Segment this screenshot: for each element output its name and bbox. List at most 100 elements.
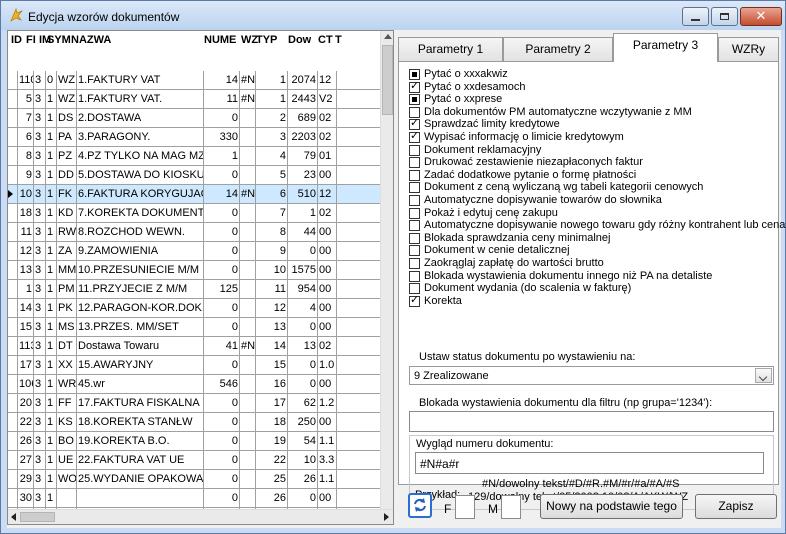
table-cell[interactable]: 1: [46, 413, 57, 431]
option-checkbox[interactable]: Drukować zestawienie niezapłaconych fakt…: [409, 156, 785, 169]
table-cell[interactable]: 1.2: [318, 394, 337, 412]
table-cell[interactable]: 1: [46, 204, 57, 222]
table-cell[interactable]: 1: [256, 90, 288, 108]
table-cell[interactable]: DS: [57, 109, 77, 127]
checkbox-checked-icon[interactable]: [409, 294, 420, 307]
table-row[interactable]: 12 3 1 ZA 9.ZAMOWIENIA 0 9 0 00: [8, 242, 380, 261]
maximize-button[interactable]: [711, 7, 738, 26]
table-cell[interactable]: 22: [256, 451, 288, 469]
table-cell[interactable]: [240, 318, 256, 336]
table-cell[interactable]: 54: [288, 432, 318, 450]
table-row[interactable]: 11030WZ1.FAKTURY VAT14#N1207412: [8, 71, 380, 90]
table-cell[interactable]: 106: [18, 375, 34, 393]
option-checkbox[interactable]: Dokument w cenie detalicznej: [409, 244, 785, 257]
table-cell[interactable]: 3: [34, 394, 46, 412]
table-cell[interactable]: 11: [256, 280, 288, 298]
table-cell[interactable]: 00: [318, 223, 337, 241]
table-cell[interactable]: DD: [57, 166, 77, 184]
table-cell[interactable]: 20: [18, 394, 34, 412]
option-checkbox[interactable]: Dokument z ceną wyliczaną wg tabeli kate…: [409, 181, 785, 194]
table-cell[interactable]: 0: [204, 318, 240, 336]
table-cell[interactable]: 4: [288, 299, 318, 317]
option-checkbox[interactable]: Dokument reklamacyjny: [409, 144, 785, 157]
table-cell[interactable]: BO: [57, 432, 77, 450]
column-header[interactable]: SYM: [47, 34, 71, 46]
table-cell[interactable]: KD: [57, 204, 77, 222]
table-cell[interactable]: 1: [46, 451, 57, 469]
table-cell[interactable]: 0: [204, 261, 240, 279]
table-cell[interactable]: 3: [34, 185, 46, 203]
table-row[interactable]: 22 3 1 KS 18.KOREKTA STANŁW 0 18 250 00: [8, 413, 380, 432]
table-cell[interactable]: 13: [288, 337, 318, 355]
table-cell[interactable]: 3: [34, 470, 46, 488]
table-cell[interactable]: 3: [34, 356, 46, 374]
table-cell[interactable]: 26: [256, 489, 288, 507]
table-cell[interactable]: [240, 261, 256, 279]
table-cell[interactable]: 3: [34, 413, 46, 431]
table-cell[interactable]: 02: [318, 204, 337, 222]
table-cell[interactable]: PZ: [57, 147, 77, 165]
table-cell[interactable]: 1: [46, 147, 57, 165]
table-cell[interactable]: #N: [240, 71, 256, 89]
table-cell[interactable]: 12: [256, 299, 288, 317]
option-checkbox[interactable]: Sprawdzać limity kredytowe: [409, 117, 785, 131]
table-cell[interactable]: [240, 280, 256, 298]
vertical-scroll-thumb[interactable]: [382, 45, 393, 115]
checkbox-icon[interactable]: [409, 169, 420, 181]
table-cell[interactable]: [240, 147, 256, 165]
table-cell[interactable]: 00: [318, 242, 337, 260]
table-cell[interactable]: 3: [34, 432, 46, 450]
table-cell[interactable]: 14: [256, 337, 288, 355]
option-checkbox[interactable]: Blokada sprawdzania ceny minimalnej: [409, 232, 785, 245]
table-cell[interactable]: 1: [46, 356, 57, 374]
table-cell[interactable]: 546: [204, 375, 240, 393]
scroll-up-icon[interactable]: [384, 34, 392, 39]
table-cell[interactable]: [240, 128, 256, 146]
column-header[interactable]: NAZWA: [71, 34, 111, 46]
option-checkbox[interactable]: Automatyczne dopisywanie nowego towaru g…: [409, 219, 785, 232]
table-cell[interactable]: 3.3: [318, 451, 337, 469]
save-button[interactable]: Zapisz: [695, 494, 777, 519]
tab-wzry[interactable]: WZRy: [718, 37, 779, 61]
table-cell[interactable]: 3: [34, 90, 46, 108]
table-cell[interactable]: [240, 375, 256, 393]
table-cell[interactable]: 18.KOREKTA STANŁW: [77, 413, 204, 431]
table-cell[interactable]: 14: [204, 71, 240, 89]
table-row[interactable]: 13 3 1 MM 10.PRZESUNIECIE M/M 0 10 1575 00: [8, 261, 380, 280]
table-cell[interactable]: [240, 109, 256, 127]
table-cell[interactable]: DT: [57, 337, 77, 355]
checkbox-icon[interactable]: [409, 157, 420, 169]
table-cell[interactable]: 00: [318, 413, 337, 431]
table-cell[interactable]: 00: [318, 280, 337, 298]
table-cell[interactable]: 0: [204, 470, 240, 488]
table-cell[interactable]: 0: [204, 394, 240, 412]
table-cell[interactable]: 22: [18, 413, 34, 431]
table-cell[interactable]: 15: [256, 356, 288, 374]
column-header[interactable]: CT: [318, 34, 333, 46]
table-cell[interactable]: Dostawa Towaru: [77, 337, 204, 355]
table-cell[interactable]: 12: [318, 185, 337, 203]
table-cell[interactable]: 00: [318, 299, 337, 317]
table-cell[interactable]: [240, 204, 256, 222]
table-cell[interactable]: [240, 413, 256, 431]
table-cell[interactable]: 0: [204, 489, 240, 507]
table-cell[interactable]: 0: [204, 432, 240, 450]
checkbox-icon[interactable]: [409, 270, 420, 282]
table-cell[interactable]: 8: [18, 147, 34, 165]
table-cell[interactable]: [240, 394, 256, 412]
table-row[interactable]: 1 3 1 PM 11.PRZYJECIE Z M/M 125 11 954 00: [8, 280, 380, 299]
table-cell[interactable]: 0: [204, 204, 240, 222]
table-cell[interactable]: 7: [256, 204, 288, 222]
table-cell[interactable]: 1: [288, 204, 318, 222]
column-header[interactable]: FI: [26, 34, 36, 46]
table-row[interactable]: 14 3 1 PK 12.PARAGON-KOR.DOK. 0 12 4 00: [8, 299, 380, 318]
table-cell[interactable]: XX: [57, 356, 77, 374]
table-cell[interactable]: 9: [18, 166, 34, 184]
table-cell[interactable]: PA: [57, 128, 77, 146]
table-cell[interactable]: [240, 223, 256, 241]
new-from-this-button[interactable]: Nowy na podstawie tego: [540, 494, 683, 519]
table-cell[interactable]: 12.PARAGON-KOR.DOK.: [77, 299, 204, 317]
checkbox-icon[interactable]: [409, 245, 420, 257]
tab-parametry-1[interactable]: Parametry 1: [398, 37, 503, 61]
table-cell[interactable]: 22.FAKTURA VAT UE: [77, 451, 204, 469]
